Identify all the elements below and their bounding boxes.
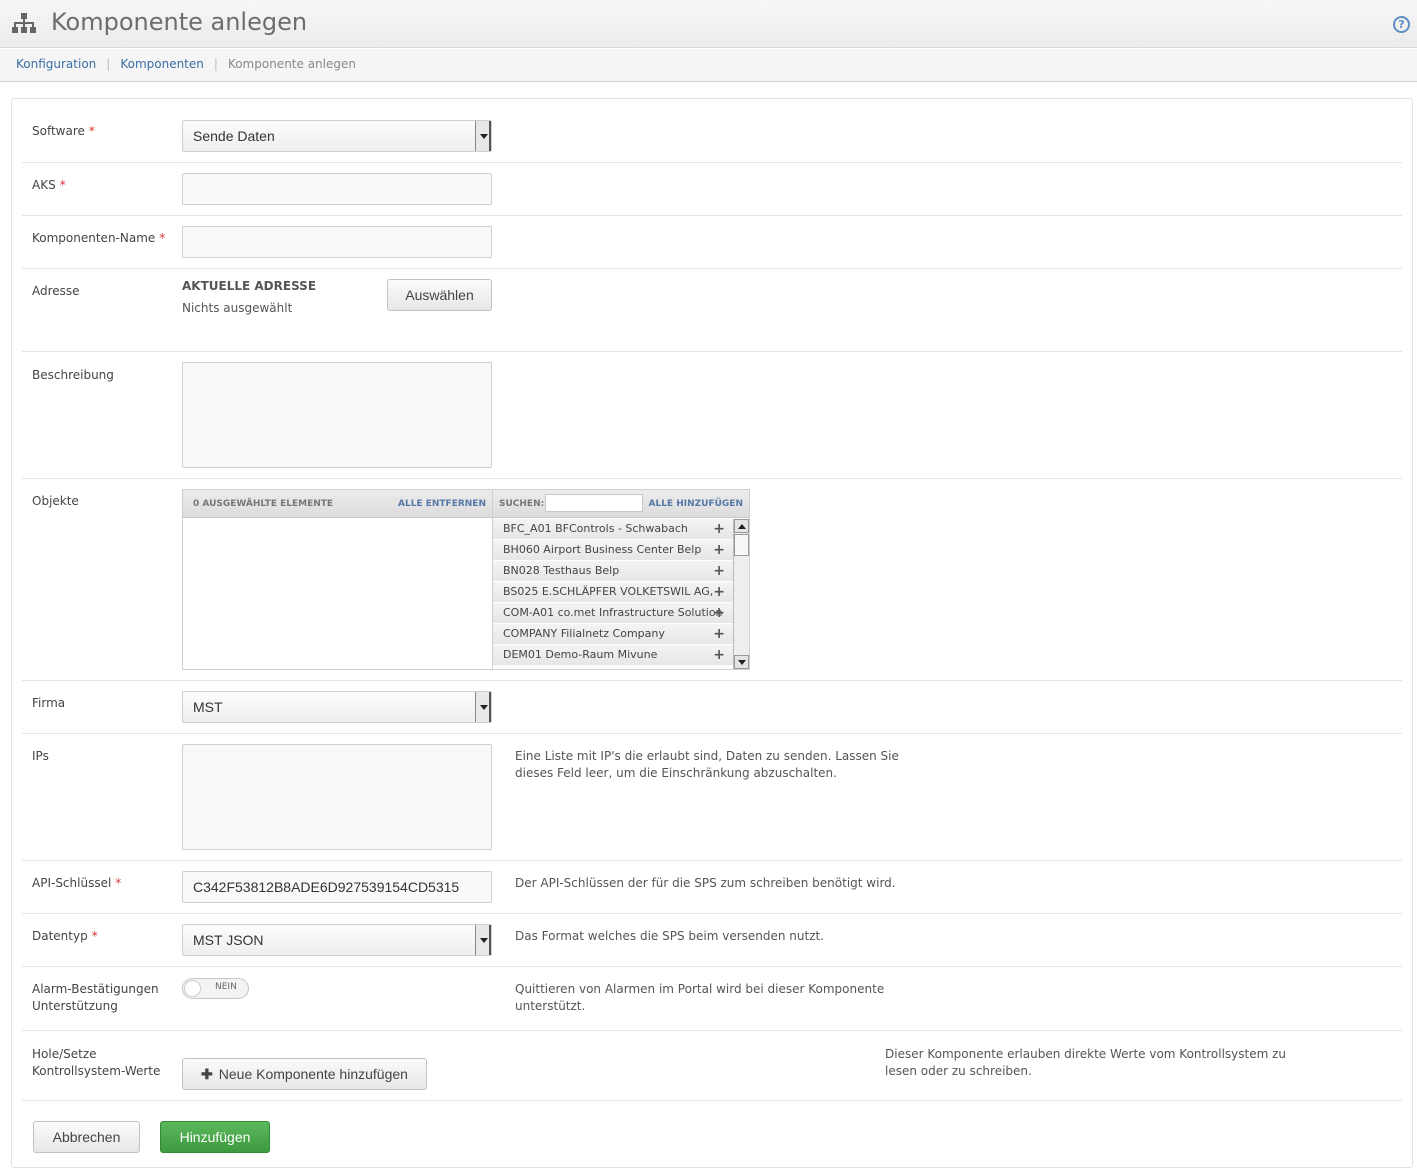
ips-label: IPs	[32, 749, 49, 763]
form-panel: Software * Sende Daten AKS * Komponenten-N…	[11, 98, 1413, 1168]
add-all-link[interactable]: ALLE HINZUFÜGEN	[649, 490, 744, 518]
row-api-key: API-Schlüssel * C342F53812B8ADE6D92753915…	[22, 861, 1402, 914]
breadcrumb-separator: |	[106, 57, 111, 71]
scroll-thumb[interactable]	[734, 534, 749, 556]
component-name-label: Komponenten-Name *	[32, 231, 166, 245]
plus-icon[interactable]: +	[713, 624, 725, 644]
data-type-select[interactable]: MST JSON	[182, 924, 492, 956]
row-ips: IPs Eine Liste mit IP's die erlaubt sind…	[22, 734, 1402, 861]
list-item[interactable]: BN028 Testhaus Belp +	[493, 561, 733, 582]
list-item[interactable]: COMPANY Filialnetz Company +	[493, 624, 733, 645]
chevron-down-icon	[475, 692, 491, 722]
alarm-help: Quittieren von Alarmen im Portal wird be…	[515, 982, 885, 1013]
scroll-down-icon[interactable]	[734, 655, 749, 669]
alarm-label: Alarm-Bestätigungen Unterstützung	[32, 982, 159, 1013]
ips-help: Eine Liste mit IP's die erlaubt sind, Da…	[515, 749, 899, 780]
list-item[interactable]: BFC_A01 BFControls - Schwabach +	[493, 519, 733, 540]
select-address-button[interactable]: Auswählen	[387, 279, 492, 311]
data-type-help: Das Format welches die SPS beim versende…	[515, 929, 825, 943]
plus-icon[interactable]: +	[713, 540, 725, 560]
objects-list: BFC_A01 BFControls - Schwabach + BH060 Ai…	[493, 519, 733, 666]
plus-icon[interactable]: +	[713, 561, 725, 581]
objects-search-input[interactable]	[545, 494, 643, 512]
api-key-label: API-Schlüssel *	[32, 876, 122, 890]
plus-icon[interactable]: +	[713, 519, 725, 539]
current-address-value: Nichts ausgewählt	[182, 301, 293, 315]
chevron-down-icon	[475, 925, 491, 955]
selected-objects-header: 0 AUSGEWÄHLTE ELEMENTE ALLE ENTFERNEN	[183, 490, 492, 518]
row-component-name: Komponenten-Name *	[22, 216, 1402, 269]
row-address: Adresse AKTUELLE ADRESSE Nichts ausgewäh…	[22, 269, 1402, 352]
search-label: SUCHEN:	[499, 499, 545, 509]
sitemap-icon	[12, 13, 36, 37]
scroll-up-icon[interactable]	[734, 519, 749, 533]
chevron-down-icon	[475, 121, 491, 151]
selected-objects-list[interactable]: 0 AUSGEWÄHLTE ELEMENTE ALLE ENTFERNEN	[182, 489, 493, 670]
aks-label: AKS *	[32, 178, 66, 192]
objects-scrollbar[interactable]	[733, 519, 749, 669]
list-item[interactable]: COM-A01 co.met Infrastructure Solution +	[493, 603, 733, 624]
breadcrumb-separator: |	[213, 57, 218, 71]
row-control-values: Hole/Setze Kontrollsystem-Werte ✚ Neue Ko…	[22, 1031, 1402, 1101]
objects-label: Objekte	[32, 494, 79, 508]
current-address-title: AKTUELLE ADRESSE	[182, 279, 317, 293]
component-name-input[interactable]	[182, 226, 492, 258]
description-label: Beschreibung	[32, 368, 114, 382]
aks-input[interactable]	[182, 173, 492, 205]
plus-icon[interactable]: +	[713, 582, 725, 602]
software-label: Software *	[32, 124, 95, 138]
page-title: Komponente anlegen	[51, 8, 308, 36]
remove-all-link[interactable]: ALLE ENTFERNEN	[398, 490, 486, 518]
plus-icon[interactable]: +	[713, 645, 725, 665]
row-data-type: Datentyp * MST JSON Das Format welches di…	[22, 914, 1402, 967]
row-software: Software * Sende Daten	[22, 109, 1402, 163]
row-aks: AKS *	[22, 163, 1402, 216]
submit-button[interactable]: Hinzufügen	[160, 1121, 270, 1153]
row-company: Firma MST	[22, 681, 1402, 734]
data-type-label: Datentyp *	[32, 929, 98, 943]
breadcrumb-configuration[interactable]: Konfiguration	[16, 57, 96, 71]
api-key-help: Der API-Schlüssen der für die SPS zum sc…	[515, 876, 896, 890]
row-objects: Objekte 0 AUSGEWÄHLTE ELEMENTE ALLE ENTF…	[22, 479, 1402, 681]
alarm-toggle[interactable]: NEIN	[182, 978, 249, 999]
row-description: Beschreibung	[22, 352, 1402, 479]
api-key-input[interactable]: C342F53812B8ADE6D927539154CD5315	[182, 871, 492, 903]
selected-count: 0 AUSGEWÄHLTE ELEMENTE	[193, 499, 334, 509]
cancel-button[interactable]: Abbrechen	[33, 1121, 140, 1153]
control-values-label: Hole/Setze Kontrollsystem-Werte	[32, 1047, 161, 1078]
toggle-knob	[184, 980, 201, 997]
plus-icon: ✚	[201, 1066, 213, 1082]
breadcrumb-components[interactable]: Komponenten	[120, 57, 204, 71]
breadcrumb: Konfiguration | Komponenten | Komponente anl…	[0, 49, 1417, 82]
add-component-button[interactable]: ✚ Neue Komponente hinzufügen	[182, 1058, 427, 1090]
control-values-help: Dieser Komponente erlauben direkte Werte…	[885, 1047, 1287, 1078]
list-item[interactable]: BS025 E.SCHLÄPFER VOLKETSWIL AG, +	[493, 582, 733, 603]
software-select[interactable]: Sende Daten	[182, 120, 492, 152]
company-select[interactable]: MST	[182, 691, 492, 723]
ips-textarea[interactable]	[182, 744, 492, 850]
description-textarea[interactable]	[182, 362, 492, 468]
toggle-label: NEIN	[215, 982, 237, 992]
address-label: Adresse	[32, 284, 80, 298]
available-objects-header: SUCHEN: ALLE HINZUFÜGEN	[493, 490, 749, 518]
list-item[interactable]: DEM01 Demo-Raum Mivune +	[493, 645, 733, 666]
list-item[interactable]: BH060 Airport Business Center Belp +	[493, 540, 733, 561]
breadcrumb-current: Komponente anlegen	[227, 57, 356, 71]
company-label: Firma	[32, 696, 66, 710]
page-header: Komponente anlegen ?	[0, 0, 1417, 48]
help-icon[interactable]: ?	[1393, 16, 1410, 33]
plus-icon[interactable]: +	[713, 603, 725, 623]
row-alarm: Alarm-Bestätigungen Unterstützung NEIN Q…	[22, 967, 1402, 1031]
available-objects-list[interactable]: SUCHEN: ALLE HINZUFÜGEN BFC_A01 BFContro…	[492, 489, 750, 670]
